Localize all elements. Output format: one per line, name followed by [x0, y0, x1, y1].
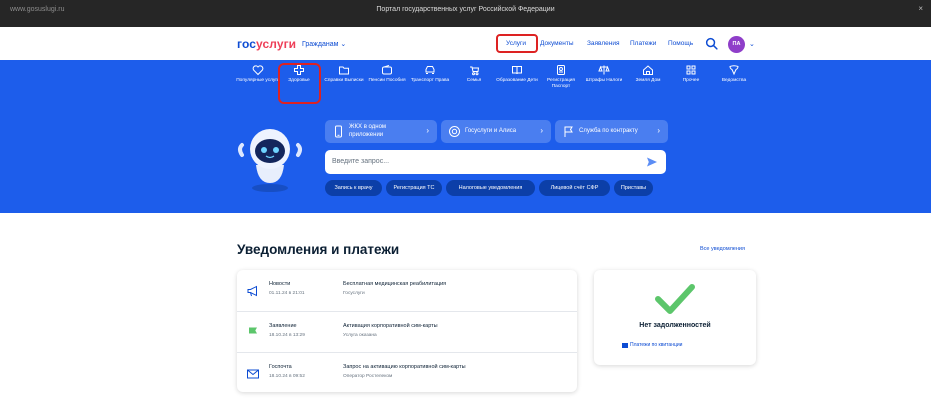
chevron-right-icon: › [657, 126, 660, 135]
notification-message: Бесплатная медицинская реабилитация [343, 281, 447, 287]
phone-icon [335, 125, 342, 138]
notification-row[interactable]: Госпочта 18.10.24 в 09:52 Запрос на акти… [237, 352, 577, 393]
category-family[interactable]: Семья [452, 64, 496, 84]
category-agencies[interactable]: Ведомства [712, 64, 756, 84]
promo-label: ЖКХ в одном приложении [349, 124, 387, 138]
chip-vehicle-registration[interactable]: Регистрация ТС [386, 180, 442, 196]
chevron-right-icon: › [540, 126, 543, 135]
grid-icon [686, 65, 696, 75]
category-label: Семья [466, 78, 482, 83]
receipt-payments-link[interactable]: Платежи по квитанции [630, 342, 682, 348]
all-notifications-link[interactable]: Все уведомления [700, 246, 745, 252]
debts-card: Нет задолженностей Платежи по квитанции [594, 270, 756, 365]
browser-window-title: Портал государственных услуг Российской … [376, 6, 555, 13]
passport-icon [557, 65, 565, 75]
envelope-icon [247, 369, 259, 379]
notifications-card: Новости 01.11.24 в 21:01 Бесплатная меди… [237, 270, 577, 392]
nav-applications[interactable]: Заявления [587, 40, 620, 47]
category-label: Регистрация Паспорт [546, 78, 576, 89]
logo-part-gos: гос [237, 37, 256, 51]
promo-label: Госуслуги и Алиса [465, 128, 517, 134]
search-icon[interactable] [705, 37, 718, 50]
category-label: Образование Дети [496, 78, 538, 83]
heart-icon [252, 65, 264, 76]
chevron-right-icon: › [426, 126, 429, 135]
chip-doctor-appointment[interactable]: Запись к врачу [325, 180, 382, 196]
health-highlight-box [278, 63, 321, 104]
chip-tax-notices[interactable]: Налоговые уведомления [446, 180, 535, 196]
notification-message: Активация корпоративной сим-карты [343, 323, 438, 329]
close-icon[interactable]: × [918, 4, 923, 13]
nav-help[interactable]: Помощь [668, 40, 693, 47]
notifications-title: Уведомления и платежи [237, 242, 400, 257]
emblem-icon [729, 65, 739, 76]
citizens-menu[interactable]: Гражданам ⌄ [302, 40, 346, 48]
gosuslugi-logo[interactable]: госуслуги [237, 37, 296, 51]
notification-row[interactable]: Новости 01.11.24 в 21:01 Бесплатная меди… [237, 270, 577, 311]
site-header: госуслуги Гражданам ⌄ Услуги Документы З… [0, 27, 931, 60]
hero-banner: Популярные услуги Здоровье Справки Выпис… [0, 60, 931, 213]
page: www.gosuslugi.ru Портал государственных … [0, 0, 931, 417]
wallet-icon [382, 65, 392, 75]
folder-icon [339, 66, 349, 75]
category-popular[interactable]: Популярные услуги [236, 64, 280, 84]
house-icon [643, 65, 653, 75]
flag-icon [564, 126, 573, 137]
avatar[interactable]: ПА [728, 36, 745, 53]
stroller-icon [470, 66, 480, 76]
notification-source: Услуга оказана [343, 333, 377, 338]
notification-message: Запрос на активацию корпоративной сим-ка… [343, 364, 466, 370]
category-label: Штрафы Налоги [585, 78, 623, 83]
category-label: Ведомства [721, 78, 747, 83]
chip-bailiffs[interactable]: Приставы [614, 180, 653, 196]
notification-date: 18.10.24 в 09:52 [269, 374, 305, 379]
promo-housing-app[interactable]: ЖКХ в одном приложении › [325, 120, 437, 143]
category-certificates[interactable]: Справки Выписки [322, 64, 366, 84]
category-pensions[interactable]: Пенсии Пособия [365, 64, 409, 84]
notification-date: 01.11.24 в 21:01 [269, 291, 305, 296]
flag-icon [249, 327, 257, 339]
promo-alice[interactable]: Госуслуги и Алиса › [441, 120, 551, 143]
services-highlight-box [496, 34, 538, 53]
category-label: Справки Выписки [324, 78, 364, 83]
browser-title-bar: www.gosuslugi.ru Портал государственных … [0, 0, 931, 27]
logo-part-uslugi: услуги [256, 37, 297, 51]
notification-row[interactable]: Заявление 18.10.24 в 13:29 Активация кор… [237, 311, 577, 352]
promo-label: Служба по контракту [579, 128, 638, 134]
search-input[interactable]: Введите запрос... [325, 150, 666, 174]
chevron-down-icon[interactable]: ⌄ [749, 40, 755, 48]
category-label: Транспорт Права [410, 78, 450, 83]
notification-type: Заявление [269, 323, 297, 329]
category-label: Популярные услуги [236, 78, 280, 83]
category-label: Прочее [682, 78, 700, 83]
car-icon [425, 66, 435, 74]
checkmark-icon [655, 284, 695, 314]
category-transport[interactable]: Транспорт Права [408, 64, 452, 84]
no-debts-title: Нет задолженностей [639, 322, 711, 329]
robot-mascot-image [238, 129, 302, 192]
book-icon [512, 66, 522, 75]
category-label: Земля Дом [635, 78, 661, 83]
nav-documents[interactable]: Документы [540, 40, 574, 47]
alice-icon [449, 126, 460, 137]
notification-source: Оператор Ростелеком [343, 374, 393, 379]
category-registration[interactable]: Регистрация Паспорт [539, 64, 583, 90]
category-label: Пенсии Пособия [368, 78, 406, 83]
scales-icon [598, 65, 610, 75]
category-land[interactable]: Земля Дом [626, 64, 670, 84]
receipt-icon [622, 343, 628, 348]
category-education[interactable]: Образование Дети [495, 64, 539, 84]
promo-contract-service[interactable]: Служба по контракту › [555, 120, 668, 143]
notification-type: Новости [269, 281, 291, 287]
category-fines[interactable]: Штрафы Налоги [582, 64, 626, 84]
search-placeholder: Введите запрос... [332, 158, 390, 165]
category-other[interactable]: Прочее [669, 64, 713, 84]
notification-date: 18.10.24 в 13:29 [269, 333, 305, 338]
send-icon[interactable] [646, 156, 658, 168]
chip-sfr-account[interactable]: Лицевой счёт СФР [539, 180, 610, 196]
notification-type: Госпочта [269, 364, 292, 370]
notification-source: Госуслуги [343, 291, 365, 296]
megaphone-icon [247, 285, 257, 297]
nav-payments[interactable]: Платежи [630, 40, 656, 47]
